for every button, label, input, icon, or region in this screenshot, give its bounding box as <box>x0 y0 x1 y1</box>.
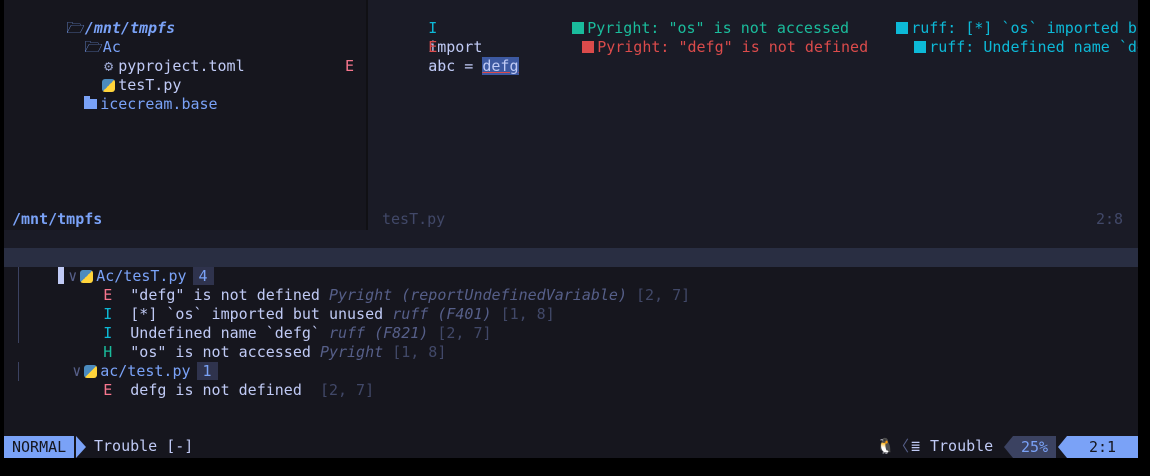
percent-separator <box>1004 436 1013 458</box>
virtual-text-pyright-1: Pyright: "os" is not accessed <box>518 0 849 37</box>
virtual-text-ruff-2: ruff: Undefined name `defg` <box>860 19 1138 56</box>
trouble-group-header[interactable]: ∨ ac/test.py 1 <box>18 343 218 380</box>
position-separator <box>1058 436 1067 458</box>
error-square-icon <box>582 41 595 53</box>
editor-winbar-pos: 2:8 <box>1096 210 1124 228</box>
terminal-screen: 🗁/mnt/tmpfs 🗁Ac ⚙ pyproject.toml tesT.py … <box>4 0 1138 458</box>
mode-indicator: NORMAL <box>4 436 75 458</box>
linux-icon: 🐧 <box>876 437 895 455</box>
undefined-symbol[interactable]: defg <box>482 57 519 75</box>
code-line-1[interactable]: I import os <box>374 0 482 75</box>
trouble-item[interactable]: E defg is not defined [2, 7] <box>18 362 374 399</box>
trouble-item[interactable]: H "os" is not accessed Pyright [1, 8] <box>18 324 446 361</box>
virtual-text-ruff-1: ruff: [*] `os` imported but unu <box>842 0 1138 37</box>
tree-root[interactable]: 🗁/mnt/tmpfs <box>12 0 175 37</box>
tree-item-label: icecream.base <box>100 95 218 113</box>
statusline: NORMAL Trouble [-] 🐧 〈 ≣ Trouble 25% 2:1 <box>4 436 1138 458</box>
trouble-group-header[interactable]: ∨ Ac/tesT.py 4 <box>4 248 1138 285</box>
buffer-title: Trouble [-] <box>94 437 194 455</box>
tree-winbar-path: /mnt/tmpfs <box>12 210 103 228</box>
trouble-item[interactable]: I [*] `os` imported but unused ruff (F40… <box>18 286 555 323</box>
editor-winbar: tesT.py 2:8 <box>368 209 1138 230</box>
tree-winbar: /mnt/tmpfs <box>4 209 366 230</box>
code-text: abc = <box>428 57 483 75</box>
tree-item-pyproject[interactable]: ⚙ pyproject.toml <box>48 38 244 75</box>
virtual-text-pyright-2: Pyright: "defg" is not defined <box>528 19 868 56</box>
list-icon: ≣ <box>911 437 921 455</box>
scroll-percent: 25% <box>1013 436 1057 458</box>
severity-error: E <box>103 381 113 399</box>
error-badge: E <box>345 57 355 75</box>
folder-icon <box>84 96 98 109</box>
trouble-item[interactable]: E "defg" is not defined Pyright (reportU… <box>18 267 690 304</box>
sign-error: E <box>428 38 438 56</box>
tree-item-ac[interactable]: 🗁Ac <box>30 19 121 56</box>
filetype-label: Trouble <box>930 437 994 455</box>
mode-separator <box>76 436 86 458</box>
trouble-item[interactable]: I Undefined name `defg` ruff (F821) [2, … <box>18 305 492 342</box>
editor-pane[interactable]: I import os Pyright: "os" is not accesse… <box>368 0 1138 209</box>
chevron-left-icon: 〈 <box>894 437 910 455</box>
info-square-icon <box>914 41 927 53</box>
file-tree-panel: 🗁/mnt/tmpfs 🗁Ac ⚙ pyproject.toml tesT.py … <box>4 0 366 209</box>
trouble-panel[interactable]: ∨ Ac/tesT.py 4 E "defg" is not defined Pyr… <box>4 248 1138 436</box>
cursor-position: 2:1 <box>1067 436 1138 458</box>
tree-item-icecream[interactable]: icecream.base <box>30 76 218 113</box>
tree-item-test-py[interactable]: tesT.py <box>48 57 181 94</box>
editor-winbar-file: tesT.py <box>382 210 446 228</box>
code-line-2[interactable]: E abc = defg <box>374 19 519 75</box>
